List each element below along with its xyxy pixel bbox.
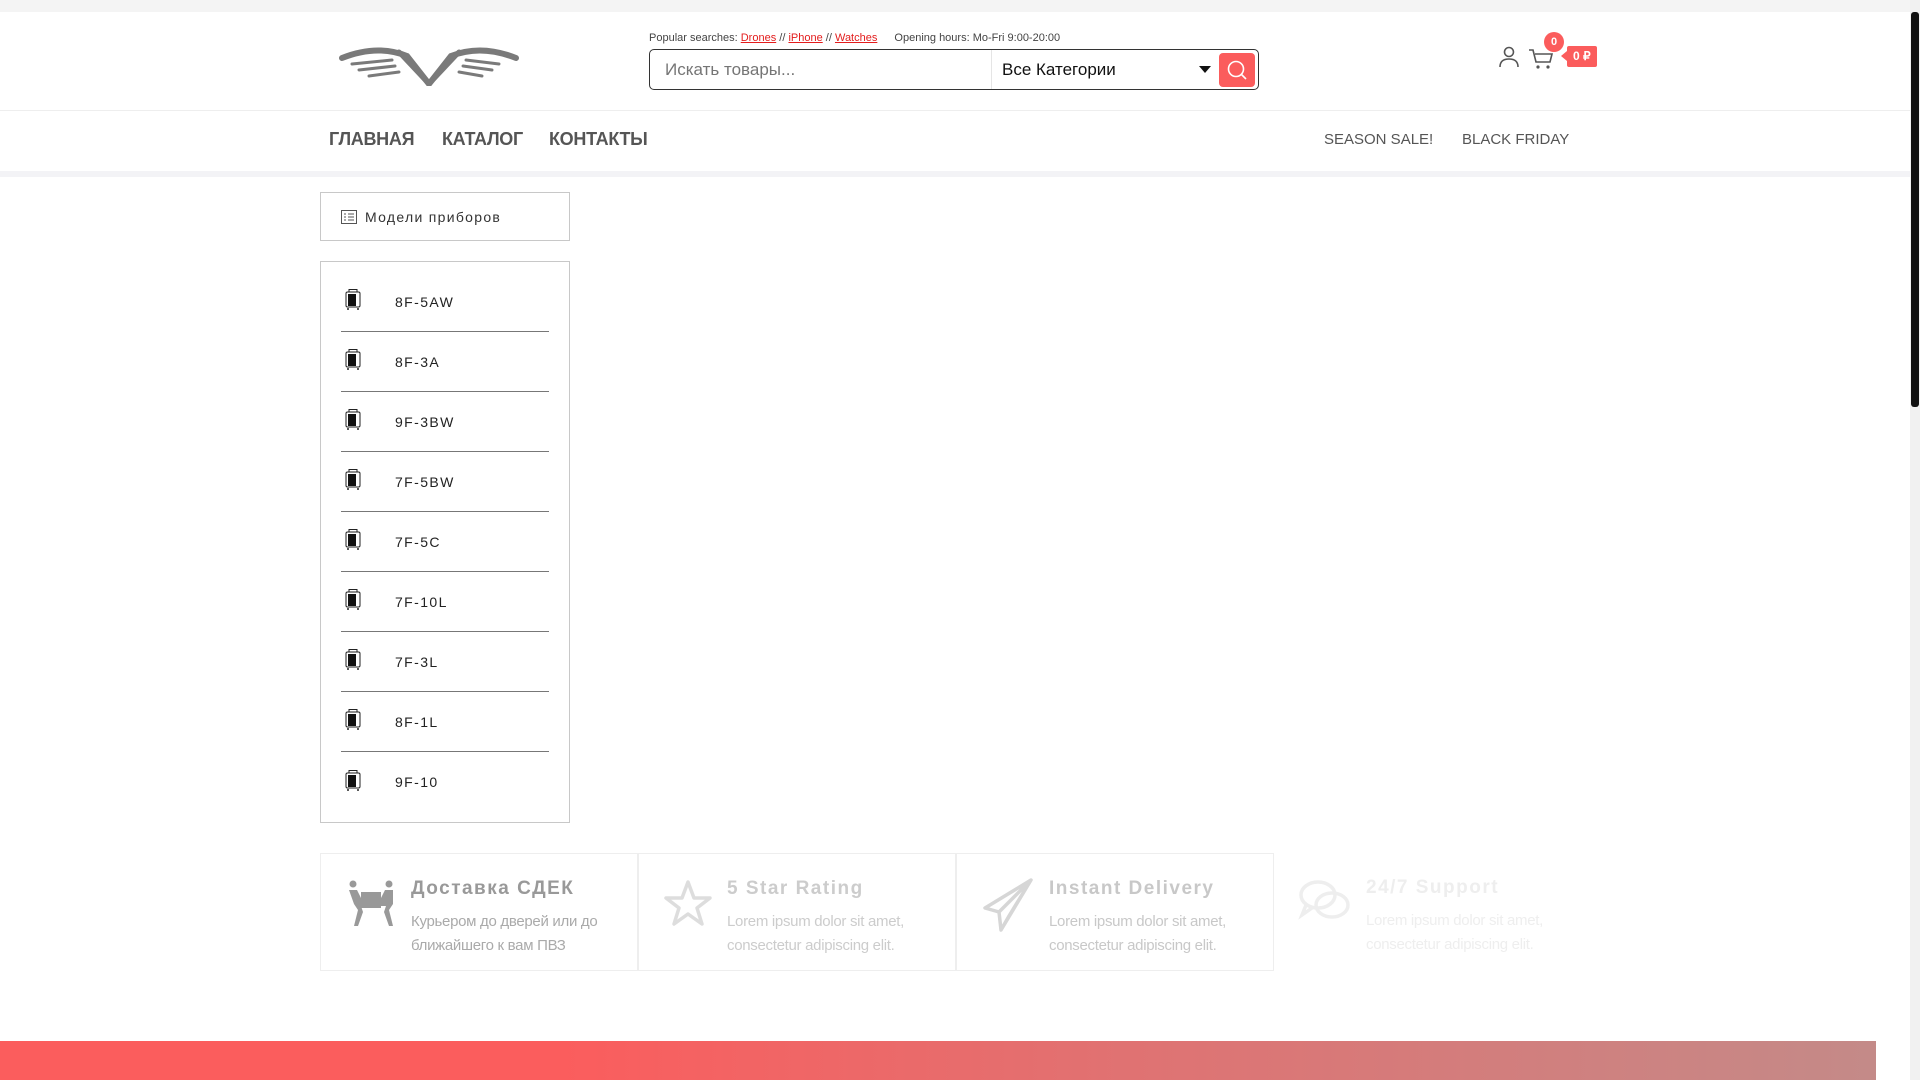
device-icon-wrap	[341, 469, 395, 494]
user-icon[interactable]	[1498, 45, 1520, 69]
search-icon	[1227, 60, 1247, 80]
movers-icon	[345, 878, 397, 970]
category-select[interactable]: Все Категории	[992, 60, 1219, 80]
sidebar-item[interactable]: 7F-5C	[341, 512, 549, 572]
feature-1: Доставка СДЕК Курьером до дверей или до б…	[320, 853, 638, 971]
device-icon-wrap	[341, 349, 395, 374]
features-row: Доставка СДЕК Курьером до дверей или до б…	[320, 853, 1910, 971]
device-icon	[345, 649, 361, 670]
feature-2: 5 Star Rating Lorem ipsum dolor sit amet,…	[638, 853, 956, 971]
device-icon	[345, 289, 361, 310]
star-icon	[663, 878, 713, 970]
popular-link-drones[interactable]: Drones	[741, 32, 776, 44]
device-icon-wrap	[341, 589, 395, 614]
logo-wings[interactable]	[337, 46, 521, 86]
sidebar-item-label: 8F-3A	[395, 353, 441, 370]
sidebar-item-label: 7F-3L	[395, 653, 439, 670]
nav-home[interactable]: ГЛАВНАЯ	[329, 129, 415, 150]
sidebar-item-label: 7F-5BW	[395, 473, 455, 490]
device-icon-wrap	[341, 289, 395, 314]
feature-title: Instant Delivery	[1049, 878, 1215, 899]
device-icon	[345, 589, 361, 610]
separator: //	[825, 32, 832, 44]
paper-plane-icon	[981, 878, 1035, 970]
popular-label: Popular searches:	[649, 32, 738, 44]
device-icon-wrap	[341, 529, 395, 554]
sidebar-item-label: 8F-1L	[395, 713, 439, 730]
nav-catalog[interactable]: КАТАЛОГ	[442, 129, 523, 150]
device-icon-wrap	[341, 769, 395, 795]
search-bar: Все Категории	[649, 49, 1259, 90]
footer-band	[0, 1041, 1876, 1080]
nav-bottom-bar	[0, 171, 1910, 177]
sidebar-item-label: 7F-10L	[395, 593, 448, 610]
cart-total[interactable]: 0 ₽	[1561, 46, 1597, 67]
separator: //	[779, 32, 786, 44]
model-list: 8F-5AW 8F-3A 9F-3BW 7F-5BW 7F-5C 7F-10L 7F-3L 8…	[320, 261, 570, 823]
sidebar-item[interactable]: 7F-3L	[341, 632, 549, 692]
nav-black-friday[interactable]: BLACK FRIDAY	[1462, 131, 1569, 148]
device-icon-wrap	[341, 649, 395, 674]
category-selected: Все Категории	[1002, 59, 1116, 79]
sidebar-item-label: 7F-5C	[395, 533, 441, 550]
feature-title: 24/7 Support	[1366, 877, 1500, 898]
caret-down-icon	[1199, 66, 1211, 73]
sidebar-item[interactable]: 8F-3A	[341, 332, 549, 392]
cart-count-badge: 0	[1544, 32, 1564, 52]
feature-text: 5 Star Rating Lorem ipsum dolor sit amet,…	[727, 878, 955, 970]
device-icon-wrap	[341, 409, 395, 434]
feature-text: Instant Delivery Lorem ipsum dolor sit am…	[1049, 878, 1273, 970]
device-icon	[345, 469, 361, 490]
sidebar-item[interactable]: 9F-10	[341, 752, 549, 812]
search-input[interactable]	[650, 50, 992, 89]
device-icon	[345, 709, 361, 730]
chat-icon	[1298, 877, 1352, 971]
feature-text: Доставка СДЕК Курьером до дверей или до б…	[411, 878, 637, 970]
feature-description: Lorem ipsum dolor sit amet, consectetur …	[1366, 912, 1543, 953]
feature-description: Курьером до дверей или до ближайшего к в…	[411, 913, 598, 954]
feature-title: Доставка СДЕК	[411, 878, 575, 899]
nav-contacts[interactable]: КОНТАКТЫ	[549, 129, 648, 150]
feature-text: 24/7 Support Lorem ipsum dolor sit amet, …	[1366, 877, 1592, 971]
sidebar-item-label: 8F-5AW	[395, 293, 455, 310]
sidebar-item[interactable]: 7F-5BW	[341, 452, 549, 512]
popular-link-watches[interactable]: Watches	[835, 32, 877, 44]
opening-hours: Opening hours: Mo-Fri 9:00-20:00	[894, 32, 1061, 44]
device-icon	[345, 769, 361, 791]
device-icon	[345, 409, 361, 430]
feature-3: Instant Delivery Lorem ipsum dolor sit am…	[956, 853, 1274, 971]
device-icon	[345, 349, 361, 370]
sidebar-item[interactable]: 9F-3BW	[341, 392, 549, 452]
top-strip	[0, 0, 1910, 12]
popular-searches: Popular searches: Drones // iPhone // Wa…	[649, 32, 1060, 44]
sidebar-header[interactable]: Модели приборов	[320, 192, 570, 241]
list-icon	[341, 209, 357, 224]
scrollbar-thumb[interactable]	[1911, 12, 1919, 407]
search-button[interactable]	[1219, 52, 1255, 87]
sidebar-item-label: 9F-3BW	[395, 413, 455, 430]
feature-4: 24/7 Support Lorem ipsum dolor sit amet, …	[1274, 853, 1592, 971]
device-icon	[345, 529, 361, 550]
device-icon-wrap	[341, 709, 395, 734]
sidebar-item[interactable]: 8F-5AW	[341, 272, 549, 332]
sidebar-item[interactable]: 7F-10L	[341, 572, 549, 632]
sidebar-item-label: 9F-10	[395, 774, 439, 790]
feature-description: Lorem ipsum dolor sit amet, consectetur …	[727, 913, 904, 954]
feature-title: 5 Star Rating	[727, 878, 864, 899]
header-divider	[0, 110, 1910, 111]
feature-description: Lorem ipsum dolor sit amet, consectetur …	[1049, 913, 1226, 954]
nav-season-sale[interactable]: SEASON SALE!	[1324, 131, 1433, 148]
sidebar-title: Модели приборов	[365, 208, 502, 225]
sidebar-item[interactable]: 8F-1L	[341, 692, 549, 752]
popular-link-iphone[interactable]: iPhone	[788, 32, 822, 44]
